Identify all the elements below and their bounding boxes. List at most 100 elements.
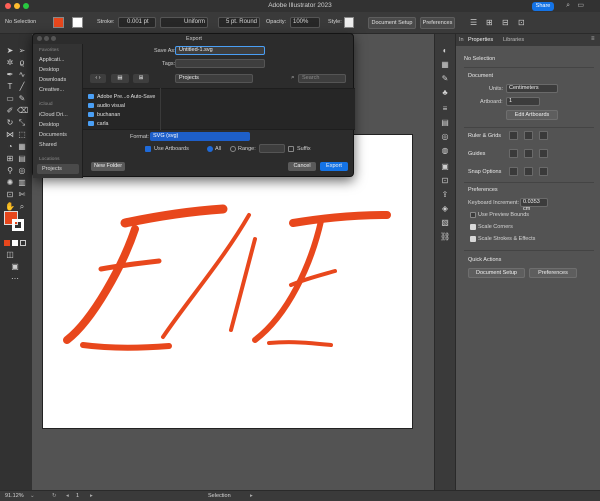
- type-tool-icon[interactable]: T: [5, 82, 15, 91]
- list-item[interactable]: buchanan: [88, 112, 120, 118]
- eyedropper-tool-icon[interactable]: ⚲: [5, 166, 15, 175]
- distribute-icon[interactable]: ⊟: [502, 18, 509, 27]
- symbols-panel-icon[interactable]: ♣: [440, 88, 450, 97]
- blend-tool-icon[interactable]: ◎: [17, 166, 27, 175]
- graphic-styles-panel-icon[interactable]: ▣: [440, 162, 450, 171]
- stroke-swatch[interactable]: [72, 17, 83, 28]
- gradient-tool-icon[interactable]: ▤: [17, 154, 27, 163]
- appearance-panel-icon[interactable]: ◍: [440, 146, 450, 155]
- artboards-panel-icon[interactable]: ⊡: [440, 176, 450, 185]
- line-tool-icon[interactable]: ╱: [17, 82, 27, 91]
- color-mode-icon[interactable]: [4, 240, 10, 246]
- pen-tool-icon[interactable]: ✒: [5, 70, 15, 79]
- range-radio[interactable]: [230, 146, 236, 152]
- direct-selection-tool-icon[interactable]: ➢: [17, 46, 27, 55]
- sidebar-item-desktop[interactable]: Desktop: [39, 67, 59, 73]
- share-button[interactable]: Share: [532, 2, 554, 11]
- use-preview-bounds-checkbox[interactable]: [470, 212, 476, 218]
- rotate-tool-icon[interactable]: ↻: [5, 118, 15, 127]
- nav-back-forward-button[interactable]: ‹ ›: [90, 74, 106, 83]
- magic-wand-tool-icon[interactable]: ✲: [5, 58, 15, 67]
- search-field[interactable]: Search: [298, 74, 346, 83]
- rotate-view-icon[interactable]: ↻: [52, 493, 57, 499]
- tab-info[interactable]: In: [459, 37, 464, 43]
- links-panel-icon[interactable]: ⛓: [440, 232, 450, 241]
- snap-to-pixel-toggle[interactable]: [524, 167, 533, 176]
- column-graph-tool-icon[interactable]: ▥: [17, 178, 27, 187]
- libraries-panel-icon[interactable]: ▧: [440, 218, 450, 227]
- snap-to-glyph-toggle[interactable]: [539, 167, 548, 176]
- scale-corners-checkbox[interactable]: [470, 224, 476, 230]
- brushes-panel-icon[interactable]: ✎: [440, 74, 450, 83]
- zoom-dropdown-icon[interactable]: ⌄: [30, 493, 35, 499]
- cancel-button[interactable]: Cancel: [288, 162, 316, 171]
- location-select[interactable]: Projects: [175, 74, 253, 83]
- brush-definition[interactable]: 5 pt. Round: [218, 17, 260, 28]
- stroke-color-swatch[interactable]: [12, 219, 24, 231]
- list-item[interactable]: Adobe Pre...o Auto-Save: [88, 94, 155, 100]
- smart-guides-toggle[interactable]: [539, 149, 548, 158]
- tab-libraries[interactable]: Libraries: [503, 37, 524, 43]
- free-transform-tool-icon[interactable]: ⬚: [17, 130, 27, 139]
- use-artboards-checkbox[interactable]: [145, 146, 151, 152]
- sidebar-item-applications[interactable]: Applicati...: [39, 57, 64, 63]
- list-item[interactable]: carla: [88, 121, 108, 127]
- opacity-field[interactable]: 100%: [290, 17, 320, 28]
- zoom-tool-icon[interactable]: ⌕: [17, 202, 27, 211]
- fill-swatch[interactable]: [53, 17, 64, 28]
- paintbrush-tool-icon[interactable]: ✎: [17, 94, 27, 103]
- quick-document-setup-button[interactable]: Document Setup: [468, 268, 525, 278]
- units-select[interactable]: Centimeters: [506, 84, 558, 93]
- swatches-panel-icon[interactable]: ▦: [440, 60, 450, 69]
- quick-preferences-button[interactable]: Preferences: [529, 268, 577, 278]
- shaper-tool-icon[interactable]: ✐: [5, 106, 15, 115]
- lock-guides-toggle[interactable]: [524, 149, 533, 158]
- transform-reference-icon[interactable]: ⊡: [518, 18, 525, 27]
- artboard-tool-icon[interactable]: ⊡: [5, 190, 15, 199]
- preferences-button[interactable]: Preferences: [420, 17, 455, 29]
- sidebar-item-creative[interactable]: Creative...: [39, 87, 64, 93]
- search-icon[interactable]: ⌕: [566, 2, 570, 10]
- new-folder-button[interactable]: New Folder: [91, 162, 125, 171]
- sidebar-item-icloud-desktop[interactable]: Desktop: [39, 122, 59, 128]
- sidebar-item-documents[interactable]: Documents: [39, 132, 67, 138]
- tags-field[interactable]: [175, 59, 265, 68]
- eraser-tool-icon[interactable]: ⌫: [17, 106, 28, 115]
- eve-lettering[interactable]: [43, 135, 414, 430]
- panel-toggle-icon[interactable]: ▭: [577, 1, 584, 9]
- mesh-tool-icon[interactable]: ⊞: [5, 154, 15, 163]
- document-setup-button[interactable]: Document Setup: [368, 17, 416, 29]
- gradient-mode-icon[interactable]: [12, 240, 18, 246]
- range-field[interactable]: [259, 144, 285, 153]
- draw-mode-icon[interactable]: ◫: [5, 250, 15, 259]
- transparency-grid-toggle[interactable]: [539, 131, 548, 140]
- view-mode-button[interactable]: ▤: [111, 74, 129, 83]
- lasso-tool-icon[interactable]: ϱ: [17, 58, 27, 67]
- stroke-panel-icon[interactable]: ≡: [440, 104, 450, 113]
- previous-artboard-icon[interactable]: ◂: [66, 493, 69, 499]
- artboard-number[interactable]: 1: [76, 493, 79, 499]
- panel-menu-icon[interactable]: ≡: [591, 36, 595, 42]
- artboard-select[interactable]: 1: [506, 97, 540, 106]
- ruler-toggle[interactable]: [509, 131, 518, 140]
- group-button[interactable]: ⊞: [133, 74, 149, 83]
- scale-tool-icon[interactable]: ⤡: [17, 118, 27, 127]
- grid-toggle[interactable]: [524, 131, 533, 140]
- screen-mode-icon[interactable]: ▣: [10, 262, 20, 271]
- artboard[interactable]: [42, 134, 413, 429]
- selection-tool-icon[interactable]: ➤: [5, 46, 15, 55]
- hand-tool-icon[interactable]: ✋: [5, 202, 15, 211]
- rectangle-tool-icon[interactable]: ▭: [5, 94, 15, 103]
- edit-toolbar-icon[interactable]: ⋯: [10, 274, 20, 283]
- width-tool-icon[interactable]: ⋈: [5, 130, 15, 139]
- format-select[interactable]: SVG (svg): [150, 132, 250, 141]
- transparency-panel-icon[interactable]: ◎: [440, 132, 450, 141]
- tab-properties[interactable]: Properties: [468, 37, 493, 43]
- sidebar-item-icloud-drive[interactable]: iCloud Dri...: [39, 112, 68, 118]
- slice-tool-icon[interactable]: ✄: [17, 190, 27, 199]
- none-mode-icon[interactable]: [20, 240, 26, 246]
- snap-to-point-toggle[interactable]: [509, 167, 518, 176]
- variable-width-profile[interactable]: Uniform: [160, 17, 208, 28]
- sidebar-item-downloads[interactable]: Downloads: [39, 77, 66, 83]
- style-swatch[interactable]: [344, 17, 354, 28]
